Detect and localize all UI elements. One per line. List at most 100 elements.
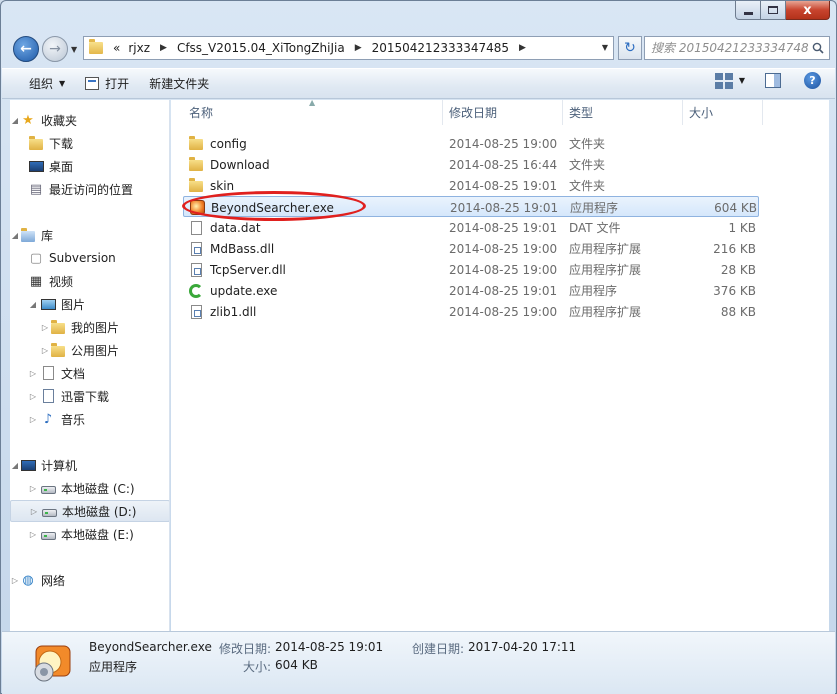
column-header-name[interactable]: 名称 xyxy=(183,100,443,125)
system-drive-icon xyxy=(40,480,56,496)
column-header-type[interactable]: 类型 xyxy=(563,100,683,125)
sidebar-item-drive-d[interactable]: ▷ 本地磁盘 (D:) xyxy=(10,500,169,522)
sidebar-item-thunder-downloads[interactable]: ▷ 迅雷下载 xyxy=(10,385,169,407)
minimize-button[interactable] xyxy=(735,1,761,20)
sidebar-item-music[interactable]: ▷ ♪ 音乐 xyxy=(10,408,169,430)
drive-icon xyxy=(40,526,56,542)
expand-icon[interactable]: ▷ xyxy=(28,369,38,378)
file-type: 文件夹 xyxy=(569,179,606,193)
navigation-pane: ◢ ★ 收藏夹 下载 桌面 ▤ 最近访问的位置 ◢ 库 ▢ Subversion… xyxy=(10,100,170,631)
network-globe-icon: ◍ xyxy=(22,572,34,588)
expand-icon[interactable]: ▷ xyxy=(28,392,38,401)
sidebar-item-drive-c[interactable]: ▷ 本地磁盘 (C:) xyxy=(10,477,169,499)
search-icon[interactable] xyxy=(812,42,824,54)
sidebar-label: 音乐 xyxy=(61,412,86,427)
organize-button[interactable]: 组织 ▼ xyxy=(19,72,75,96)
sidebar-item-network[interactable]: ▷ ◍ 网络 xyxy=(10,569,169,591)
sidebar-item-desktop[interactable]: 桌面 xyxy=(10,155,169,177)
details-pane: BeyondSearcher.exe 应用程序 修改日期: 2014-08-25… xyxy=(2,631,835,694)
folder-icon xyxy=(188,157,204,173)
search-input[interactable] xyxy=(651,41,809,55)
sidebar-item-computer[interactable]: ◢ 计算机 xyxy=(10,454,169,476)
file-row[interactable]: MdBass.dll 2014-08-25 19:00 应用程序扩展 216 K… xyxy=(183,238,759,259)
breadcrumb-chevron-icon[interactable]: ▶ xyxy=(349,43,368,53)
expand-icon[interactable]: ◢ xyxy=(10,461,20,470)
file-date: 2014-08-25 19:00 xyxy=(449,241,558,256)
back-button[interactable]: ← xyxy=(13,36,39,62)
column-header-date[interactable]: 修改日期 xyxy=(443,100,563,125)
open-button[interactable]: 打开 xyxy=(75,72,139,96)
chevron-down-icon: ▼ xyxy=(59,79,66,88)
file-row[interactable]: data.dat 2014-08-25 19:01 DAT 文件 1 KB xyxy=(183,217,759,238)
file-size: 604 KB xyxy=(714,200,757,215)
expand-icon[interactable]: ▷ xyxy=(28,484,38,493)
address-bar[interactable]: « rjxz ▶ Cfss_V2015.04_XiTongZhiJia ▶ 20… xyxy=(83,36,614,60)
dll-icon xyxy=(188,262,204,278)
close-icon: x xyxy=(803,2,812,18)
preview-pane-icon[interactable] xyxy=(765,73,781,88)
explorer-window: x ← → ▼ « rjxz ▶ Cfss_V2015.04_XiTongZhi… xyxy=(0,0,837,694)
sidebar-item-public-pictures[interactable]: ▷ 公用图片 xyxy=(10,339,169,361)
view-options-dropdown[interactable]: ▼ xyxy=(739,76,745,85)
sidebar-label: 本地磁盘 (E:) xyxy=(61,527,134,542)
caption-buttons: x xyxy=(735,1,830,22)
file-row[interactable]: Download 2014-08-25 16:44 文件夹 xyxy=(183,154,759,175)
file-size xyxy=(683,175,756,196)
folder-icon xyxy=(188,178,204,194)
sidebar-label: 迅雷下载 xyxy=(61,389,110,404)
expand-icon[interactable]: ▷ xyxy=(40,346,50,355)
address-dropdown[interactable]: ▼ xyxy=(602,43,608,52)
sidebar-item-drive-e[interactable]: ▷ 本地磁盘 (E:) xyxy=(10,523,169,545)
sidebar-item-libraries[interactable]: ◢ 库 xyxy=(10,224,169,246)
breadcrumb-item-current[interactable]: 201504212333347485 xyxy=(368,41,513,55)
breadcrumb-overflow[interactable]: « xyxy=(109,41,124,55)
file-row[interactable]: zlib1.dll 2014-08-25 19:00 应用程序扩展 88 KB xyxy=(183,301,759,322)
back-arrow-icon: ← xyxy=(20,41,32,57)
breadcrumb-chevron-icon[interactable]: ▶ xyxy=(154,43,173,53)
sidebar-item-favorites[interactable]: ◢ ★ 收藏夹 xyxy=(10,109,169,131)
sidebar-item-subversion[interactable]: ▢ Subversion xyxy=(10,247,169,269)
detail-size-label: 大小: xyxy=(243,660,272,674)
expand-icon[interactable]: ◢ xyxy=(28,300,38,309)
file-row[interactable]: update.exe 2014-08-25 19:01 应用程序 376 KB xyxy=(183,280,759,301)
library-icon xyxy=(20,227,36,243)
refresh-button[interactable]: ↻ xyxy=(618,36,642,60)
sidebar-item-downloads[interactable]: 下载 xyxy=(10,132,169,154)
sidebar-label: 下载 xyxy=(49,136,74,151)
file-row[interactable]: config 2014-08-25 19:00 文件夹 xyxy=(183,133,759,154)
expand-icon[interactable]: ▷ xyxy=(10,576,20,585)
close-button[interactable]: x xyxy=(786,1,830,20)
recent-pages-dropdown[interactable]: ▼ xyxy=(71,45,77,54)
expand-icon[interactable]: ▷ xyxy=(28,530,38,539)
sidebar-label: 本地磁盘 (C:) xyxy=(61,481,135,496)
new-folder-button[interactable]: 新建文件夹 xyxy=(139,72,219,96)
sidebar-item-documents[interactable]: ▷ 文档 xyxy=(10,362,169,384)
change-view-icon[interactable] xyxy=(714,72,733,89)
sidebar-item-recent-places[interactable]: ▤ 最近访问的位置 xyxy=(10,178,169,200)
sidebar-label: 视频 xyxy=(49,274,74,289)
expand-icon[interactable]: ▷ xyxy=(29,507,39,516)
sidebar-label: 图片 xyxy=(61,297,86,312)
column-header-size[interactable]: 大小 xyxy=(683,100,763,125)
maximize-button[interactable] xyxy=(761,1,786,20)
file-name: zlib1.dll xyxy=(210,304,257,319)
breadcrumb-chevron-icon[interactable]: ▶ xyxy=(513,43,532,53)
sidebar-item-videos[interactable]: ▦ 视频 xyxy=(10,270,169,292)
breadcrumb-item-cfss[interactable]: Cfss_V2015.04_XiTongZhiJia xyxy=(173,41,349,55)
sidebar-item-my-pictures[interactable]: ▷ 我的图片 xyxy=(10,316,169,338)
file-row[interactable]: skin 2014-08-25 19:01 文件夹 xyxy=(183,175,759,196)
file-row-selected[interactable]: BeyondSearcher.exe 2014-08-25 19:01 应用程序… xyxy=(183,196,759,217)
expand-icon[interactable]: ▷ xyxy=(28,415,38,424)
help-icon[interactable]: ? xyxy=(804,72,821,89)
minimize-icon xyxy=(743,11,753,15)
file-name: Download xyxy=(210,157,270,172)
file-list: ▲ 名称 修改日期 类型 大小 config 2014-08-25 19:00 … xyxy=(171,98,829,631)
sidebar-item-pictures[interactable]: ◢ 图片 xyxy=(10,293,169,315)
expand-icon[interactable]: ◢ xyxy=(10,116,20,125)
expand-icon[interactable]: ▷ xyxy=(40,323,50,332)
expand-icon[interactable]: ◢ xyxy=(10,231,20,240)
breadcrumb-item-rjxz[interactable]: rjxz xyxy=(124,41,154,55)
file-row[interactable]: TcpServer.dll 2014-08-25 19:00 应用程序扩展 28… xyxy=(183,259,759,280)
sidebar-label: 文档 xyxy=(61,366,86,381)
forward-button[interactable]: → xyxy=(42,36,68,62)
